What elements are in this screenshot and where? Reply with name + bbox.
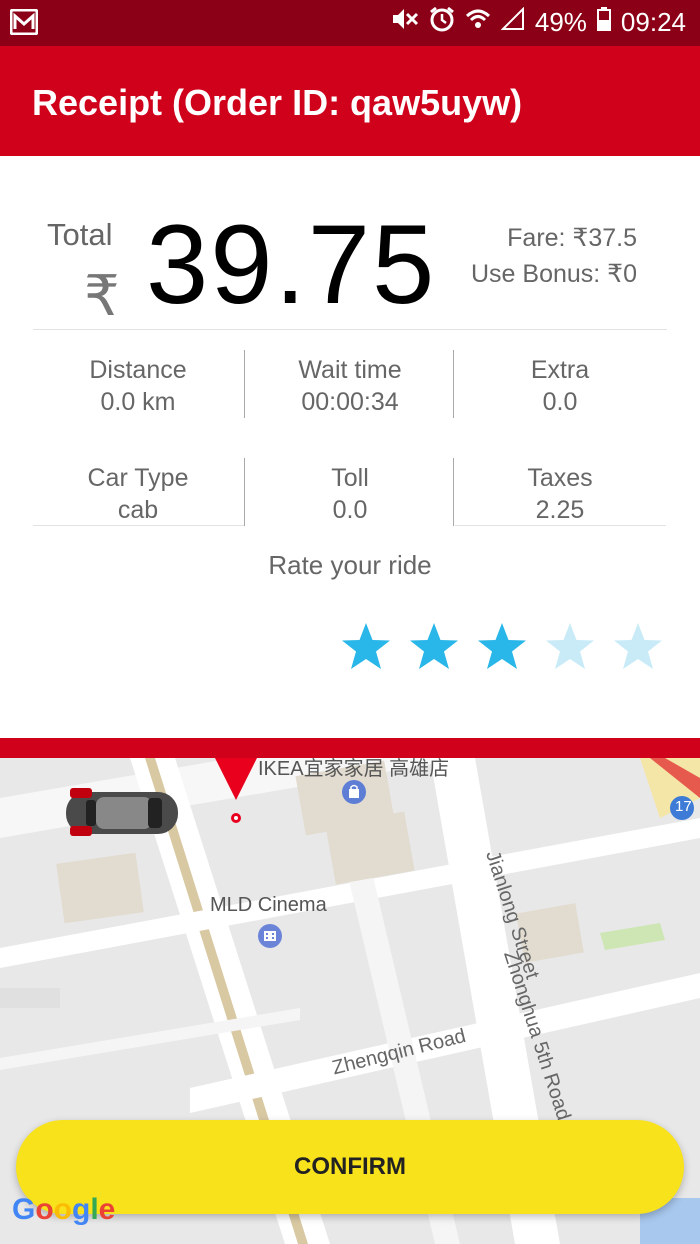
alarm-icon bbox=[429, 6, 455, 39]
map-label-cinema: MLD Cinema bbox=[210, 894, 327, 916]
rating-star-icon[interactable] bbox=[612, 621, 664, 673]
receipt-zigzag-edge bbox=[0, 728, 700, 760]
bonus-text: Use Bonus: ₹0 bbox=[471, 260, 637, 288]
clock: 09:24 bbox=[620, 7, 686, 37]
rating-star-icon[interactable] bbox=[408, 621, 460, 673]
divider bbox=[33, 525, 244, 526]
confirm-button[interactable]: CONFIRM bbox=[16, 1120, 684, 1214]
fare-breakdown: Fare: ₹37.5 Use Bonus: ₹0 bbox=[471, 220, 637, 292]
rating-star-icon[interactable] bbox=[476, 621, 528, 673]
rating-star-icon[interactable] bbox=[340, 621, 392, 673]
detail-value: 0.0 bbox=[332, 496, 368, 524]
status-bar: 49% 09:24 bbox=[0, 0, 700, 46]
signal-icon bbox=[500, 6, 525, 38]
detail-value: 0.0 km bbox=[100, 388, 176, 416]
detail-wait-time: Wait time 00:00:34 bbox=[245, 354, 455, 418]
map-label-ikea: IKEA宜家家居 高雄店 bbox=[258, 758, 450, 780]
detail-label: Extra bbox=[530, 356, 590, 384]
google-logo-letter: G bbox=[12, 1193, 36, 1226]
detail-label: Toll bbox=[331, 464, 369, 492]
google-logo-letter: g bbox=[72, 1193, 91, 1226]
detail-label: Car Type bbox=[87, 464, 189, 492]
divider bbox=[453, 458, 454, 526]
currency-symbol: ₹ bbox=[84, 264, 120, 327]
fare-text: Fare: ₹37.5 bbox=[507, 224, 637, 252]
detail-taxes: Taxes 2.25 bbox=[455, 462, 665, 526]
google-logo-letter: e bbox=[98, 1193, 116, 1226]
detail-value: 0.0 bbox=[542, 388, 578, 416]
divider bbox=[453, 350, 454, 418]
road-number-badge: 17 bbox=[675, 798, 692, 815]
detail-value: 2.25 bbox=[535, 496, 585, 524]
divider bbox=[33, 329, 667, 330]
location-pin-icon bbox=[213, 758, 259, 831]
rating-star-icon[interactable] bbox=[544, 621, 596, 673]
divider bbox=[455, 525, 666, 526]
detail-value: 00:00:34 bbox=[301, 388, 399, 416]
detail-label: Taxes bbox=[527, 464, 593, 492]
total-label: Total bbox=[47, 217, 113, 252]
google-logo-letter: l bbox=[90, 1193, 99, 1226]
google-logo-letter: o bbox=[53, 1193, 72, 1226]
google-logo: Google bbox=[12, 1193, 115, 1227]
google-logo-letter: o bbox=[35, 1193, 54, 1226]
detail-label: Wait time bbox=[298, 356, 402, 384]
wifi-icon bbox=[465, 7, 491, 38]
receipt-card: Total ₹ 39.75 Fare: ₹37.5 Use Bonus: ₹0 … bbox=[0, 156, 700, 736]
detail-toll: Toll 0.0 bbox=[245, 462, 455, 526]
page-title: Receipt (Order ID: qaw5uyw) bbox=[32, 82, 523, 123]
mute-icon bbox=[391, 6, 419, 39]
detail-extra: Extra 0.0 bbox=[455, 354, 665, 418]
shopping-icon bbox=[342, 780, 366, 809]
detail-value: cab bbox=[117, 496, 159, 524]
detail-distance: Distance 0.0 km bbox=[33, 354, 243, 418]
detail-label: Distance bbox=[89, 356, 187, 384]
total-amount: 39.75 bbox=[146, 202, 437, 327]
battery-icon bbox=[596, 7, 611, 38]
battery-percent: 49% bbox=[534, 7, 587, 37]
cinema-icon bbox=[258, 924, 282, 953]
rating-stars[interactable] bbox=[340, 621, 664, 673]
detail-car-type: Car Type cab bbox=[33, 462, 243, 526]
app-bar: Receipt (Order ID: qaw5uyw) bbox=[0, 46, 700, 156]
rate-your-ride-label: Rate your ride bbox=[268, 550, 432, 580]
mail-icon bbox=[9, 8, 39, 40]
car-icon bbox=[62, 782, 182, 847]
